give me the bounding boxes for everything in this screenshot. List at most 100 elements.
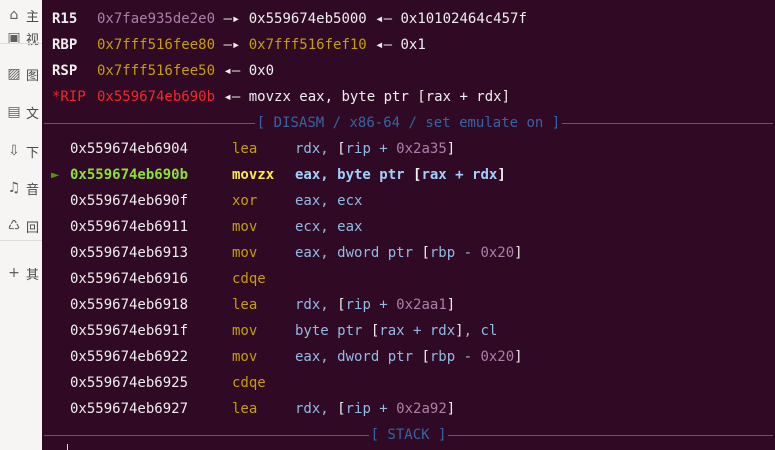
instruction-row[interactable]: 0x559674eb690f xor eax, ecx <box>42 188 775 214</box>
register-line: RSP 0x7fff516fee50 ◂— 0x0 <box>42 58 775 84</box>
operand-part: 0x2a35 <box>396 141 447 157</box>
operand-part: , cl <box>463 323 498 339</box>
current-instruction-row[interactable]: ► 0x559674eb690b movzx eax, byte ptr [rax +… <box>42 162 775 188</box>
instruction-operands: eax, dword ptr [rbp - 0x20] <box>295 344 523 370</box>
operand-part: ecx, eax <box>295 219 363 235</box>
instruction-mnemonic: cdqe <box>232 375 266 391</box>
register-chain-part: 0x7fff516fef10 <box>248 37 367 53</box>
instruction-address: 0x559674eb691f <box>70 323 189 339</box>
sidebar-item-label: 文 <box>26 106 40 122</box>
instruction-row[interactable]: 0x559674eb6918 lea rdx, [rip + 0x2aa1] <box>42 292 775 318</box>
sidebar-item-8[interactable]: + 其 <box>6 262 42 284</box>
register-chain-part: ◂— <box>366 37 401 53</box>
operand-part: rbp - <box>429 245 481 261</box>
instruction-row[interactable]: 0x559674eb6916 cdqe <box>42 266 775 292</box>
register-name: *RIP <box>52 89 86 105</box>
image-icon: ▨ <box>7 66 21 82</box>
register-chain-part: 0x559674eb690b <box>97 89 216 105</box>
register-chain-part: 0x7fff516fee80 <box>97 37 216 53</box>
register-chain-part: ◂— <box>215 63 249 79</box>
register-value-chain: 0x7fff516fee80 —▸ 0x7fff516fef10 ◂— 0x1 <box>97 32 426 58</box>
register-line: RBP 0x7fff516fee80 —▸ 0x7fff516fef10 ◂— 0… <box>42 32 775 58</box>
operand-part: ] <box>446 401 456 417</box>
sidebar-item-label: 下 <box>26 145 40 161</box>
operand-part: 0x2a92 <box>396 401 447 417</box>
instruction-address: 0x559674eb6918 <box>70 297 189 313</box>
operand-part: rdx, <box>295 141 338 157</box>
instruction-mnemonic: mov <box>232 323 258 339</box>
register-line: *RIP 0x559674eb690b ◂— movzx eax, byte pt… <box>42 84 775 110</box>
register-chain-part: 0x0 <box>248 63 275 79</box>
register-chain-part: 0x7fae935de2e0 <box>97 11 216 27</box>
operand-part: ] <box>514 245 523 261</box>
instruction-operands: rdx, [rip + 0x2aa1] <box>295 292 455 318</box>
operand-part: rip + <box>345 401 397 417</box>
operand-part: ] <box>446 141 456 157</box>
document-icon: ▤ <box>7 104 21 120</box>
instruction-operands: eax, dword ptr [rbp - 0x20] <box>295 240 523 266</box>
instruction-mnemonic: mov <box>232 245 258 261</box>
trash-icon: ♺ <box>7 218 21 234</box>
operand-part: rbp - <box>429 349 481 365</box>
register-chain-part: 0x1 <box>400 37 426 53</box>
instruction-mnemonic: lea <box>232 141 258 157</box>
sidebar-item-3[interactable]: ▨ 图 <box>6 63 42 85</box>
stack-header-text: [ STACK ] <box>368 427 449 443</box>
register-chain-part: 0x559674eb5000 <box>248 11 367 27</box>
sidebar-item-label: 图 <box>26 68 40 84</box>
register-chain-part: 0x10102464c457f <box>400 11 527 27</box>
register-chain-part: —▸ <box>215 11 249 27</box>
instruction-row[interactable]: 0x559674eb6925 cdqe <box>42 370 775 396</box>
register-value-chain: 0x7fae935de2e0 —▸ 0x559674eb5000 ◂— 0x10… <box>97 6 527 32</box>
operand-part: [ <box>421 245 430 261</box>
sidebar-item-2[interactable]: ▣ 视 <box>6 27 42 49</box>
operand-part: ] <box>446 297 456 313</box>
home-icon: ⌂ <box>9 7 19 23</box>
music-icon: ♫ <box>7 180 21 196</box>
sidebar-item-label: 音 <box>26 182 40 198</box>
operand-part: 0x20 <box>480 349 515 365</box>
instruction-row[interactable]: 0x559674eb6922 mov eax, dword ptr [rbp - 0… <box>42 344 775 370</box>
sidebar-item-4[interactable]: ▤ 文 <box>6 101 42 123</box>
terminal-window[interactable]: [ DISASM / x86-64 / set emulate on ] [ S… <box>42 0 775 450</box>
instruction-row[interactable]: 0x559674eb6927 lea rdx, [rip + 0x2a92] <box>42 396 775 422</box>
instruction-operands: rdx, [rip + 0x2a35] <box>295 136 455 162</box>
instruction-row[interactable]: 0x559674eb6913 mov eax, dword ptr [rbp - 0… <box>42 240 775 266</box>
operand-part: ] <box>455 323 464 339</box>
register-line: R15 0x7fae935de2e0 —▸ 0x559674eb5000 ◂— 0… <box>42 6 775 32</box>
instruction-mnemonic: movzx <box>232 167 275 183</box>
instruction-operands: ecx, eax <box>295 214 362 240</box>
operand-part: [ <box>337 297 346 313</box>
sidebar-divider <box>0 240 42 241</box>
instruction-mnemonic: mov <box>232 349 258 365</box>
register-value-chain: 0x7fff516fee50 ◂— 0x0 <box>97 58 274 84</box>
operand-part: eax, byte ptr <box>295 167 414 183</box>
operand-part: [ <box>337 141 346 157</box>
instruction-mnemonic: cdqe <box>232 271 266 287</box>
text-cursor <box>67 444 68 450</box>
instruction-address: 0x559674eb690f <box>70 193 189 209</box>
instruction-operands: rdx, [rip + 0x2a92] <box>295 396 455 422</box>
instruction-mnemonic: mov <box>232 219 258 235</box>
instruction-operands: byte ptr [rax + rdx], cl <box>295 318 497 344</box>
register-chain-part: —▸ <box>215 37 249 53</box>
sidebar-item-7[interactable]: ♺ 回 <box>6 215 42 237</box>
sidebar-item-label: 回 <box>26 220 40 236</box>
operand-part: 0x2aa1 <box>396 297 447 313</box>
instruction-address: 0x559674eb6911 <box>70 219 189 235</box>
sidebar-item-5[interactable]: ⇩ 下 <box>6 140 42 162</box>
operand-part: rdx, <box>295 297 338 313</box>
instruction-address: 0x559674eb6925 <box>70 375 189 391</box>
instruction-row[interactable]: 0x559674eb691f mov byte ptr [rax + rdx], c… <box>42 318 775 344</box>
instruction-row[interactable]: 0x559674eb6904 lea rdx, [rip + 0x2a35] <box>42 136 775 162</box>
sidebar-item-1[interactable]: ⌂ 主 <box>6 4 42 26</box>
register-chain-part: movzx eax, byte ptr [rax + rdx] <box>248 89 511 105</box>
file-manager-sidebar: ⌂ 主 ▣ 视 ▨ 图 ▤ 文 ⇩ 下 ♫ 音 ♺ 回 + 其 <box>0 0 42 450</box>
operand-part: rax + rdx <box>379 323 456 339</box>
sidebar-item-label: 视 <box>26 32 40 48</box>
instruction-row[interactable]: 0x559674eb6911 mov ecx, eax <box>42 214 775 240</box>
operand-part: rax + rdx <box>421 167 498 183</box>
register-name: R15 <box>52 11 78 27</box>
sidebar-item-6[interactable]: ♫ 音 <box>6 177 42 199</box>
operand-part: eax, dword ptr <box>295 245 422 261</box>
